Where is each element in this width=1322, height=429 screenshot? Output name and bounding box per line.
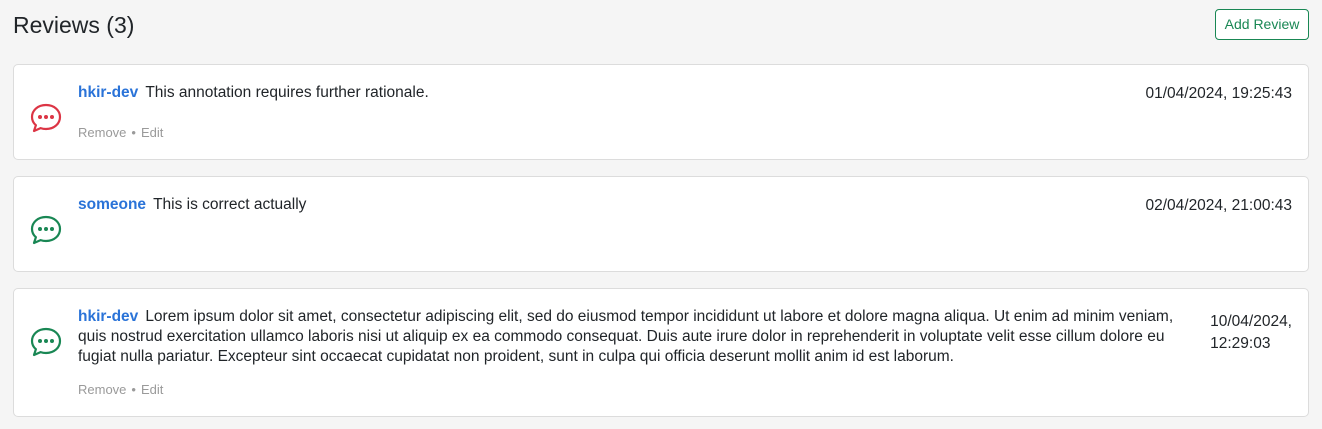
action-separator: •: [131, 382, 136, 397]
reviews-panel: Reviews (3) Add Review hkir-dev This anno…: [0, 0, 1322, 429]
review-card: hkir-dev This annotation requires further…: [13, 64, 1309, 160]
review-timestamp: 10/04/2024, 12:29:03: [1210, 311, 1292, 355]
review-timestamp: 02/04/2024, 21:00:43: [1145, 197, 1292, 214]
review-timestamp: 01/04/2024, 19:25:43: [1145, 85, 1292, 102]
review-actions: Remove • Edit: [78, 382, 163, 398]
review-author[interactable]: hkir-dev: [78, 308, 138, 325]
edit-link[interactable]: Edit: [141, 382, 163, 397]
remove-link[interactable]: Remove: [78, 382, 126, 397]
chat-bubble-dots-icon: [29, 213, 63, 247]
add-review-button[interactable]: Add Review: [1215, 9, 1309, 40]
review-date: 10/04/2024,: [1210, 313, 1292, 330]
action-separator: •: [131, 125, 136, 140]
review-text: Lorem ipsum dolor sit amet, consectetur …: [78, 308, 1174, 365]
review-text: This is correct actually: [153, 196, 307, 213]
review-actions: Remove • Edit: [78, 125, 163, 141]
review-body: hkir-dev This annotation requires further…: [78, 83, 1118, 103]
chat-bubble-dots-icon: [29, 101, 63, 135]
review-card: someone This is correct actually 02/04/20…: [13, 176, 1309, 272]
review-author[interactable]: someone: [78, 196, 146, 213]
review-author[interactable]: hkir-dev: [78, 84, 138, 101]
review-body: hkir-dev Lorem ipsum dolor sit amet, cons…: [78, 307, 1186, 367]
remove-link[interactable]: Remove: [78, 125, 126, 140]
reviews-header: Reviews (3) Add Review: [13, 8, 1309, 42]
review-body: someone This is correct actually: [78, 195, 1118, 215]
chat-bubble-dots-icon: [29, 325, 63, 359]
review-time: 12:29:03: [1210, 335, 1271, 352]
reviews-title: Reviews (3): [13, 12, 135, 38]
review-card: hkir-dev Lorem ipsum dolor sit amet, cons…: [13, 288, 1309, 417]
edit-link[interactable]: Edit: [141, 125, 163, 140]
review-text: This annotation requires further rationa…: [145, 84, 429, 101]
